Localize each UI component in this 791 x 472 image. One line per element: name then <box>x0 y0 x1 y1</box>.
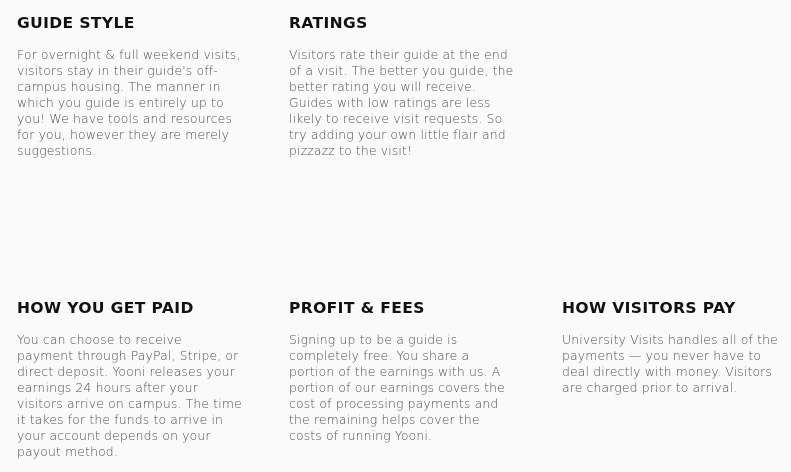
guide-style-description: For overnight & full weekend visits, vis… <box>17 47 241 158</box>
how-visitors-pay-heading: HOW VISITORS PAY <box>562 299 736 317</box>
how-you-get-paid-heading: HOW YOU GET PAID <box>17 299 194 317</box>
profit-fees-description: Signing up to be a guide is completely f… <box>289 332 505 443</box>
ratings-heading: RATINGS <box>289 14 368 32</box>
guide-style-heading: GUIDE STYLE <box>17 14 135 32</box>
how-visitors-pay-section: HOW VISITORS PAY University Visits handl… <box>562 298 787 396</box>
how-visitors-pay-description: University Visits handles all of the pay… <box>562 332 778 395</box>
ratings-section: RATINGS Visitors rate their guide at the… <box>289 13 514 159</box>
guide-style-section: GUIDE STYLE For overnight & full weekend… <box>17 13 242 159</box>
ratings-description: Visitors rate their guide at the end of … <box>289 47 514 158</box>
profit-fees-heading: PROFIT & FEES <box>289 299 425 317</box>
profit-fees-section: PROFIT & FEES Signing up to be a guide i… <box>289 298 514 444</box>
how-you-get-paid-description: You can choose to receive payment throug… <box>17 332 242 459</box>
how-you-get-paid-section: HOW YOU GET PAID You can choose to recei… <box>17 298 242 460</box>
